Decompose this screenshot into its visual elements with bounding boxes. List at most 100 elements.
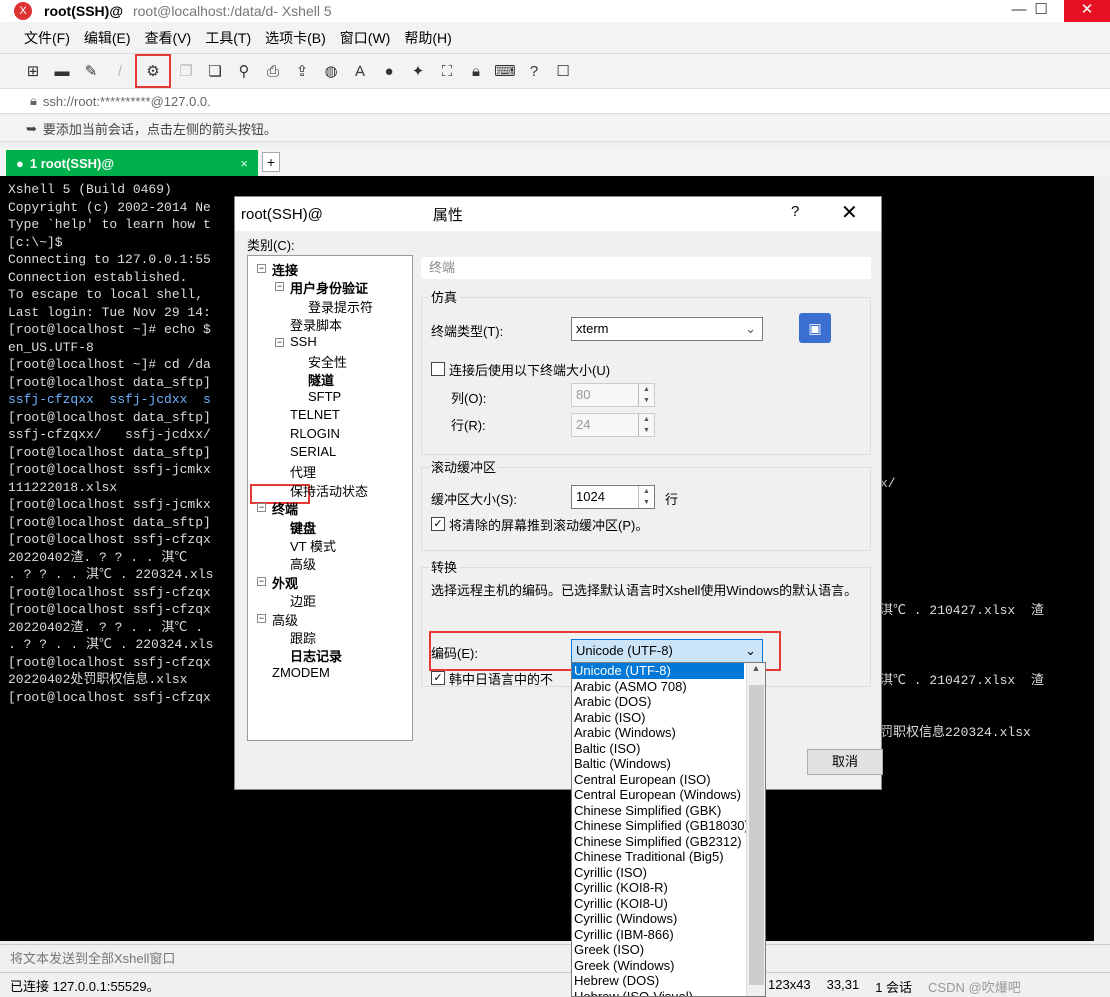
use-size-checkbox[interactable] [431, 362, 445, 376]
tree-item[interactable]: TELNET [290, 407, 340, 422]
encoding-option[interactable]: Chinese Simplified (GBK) [572, 803, 744, 819]
encoding-option[interactable]: Cyrillic (Windows) [572, 911, 744, 927]
buffer-size-spinner[interactable]: 1024 ▲ ▼ [571, 485, 655, 509]
tree-item[interactable]: 登录提示符 [308, 297, 373, 316]
encoding-option[interactable]: Cyrillic (IBM-866) [572, 927, 744, 943]
tree-item[interactable]: SFTP [308, 389, 341, 404]
encoding-option[interactable]: Hebrew (DOS) [572, 973, 744, 989]
encoding-option[interactable]: Baltic (Windows) [572, 756, 744, 772]
encoding-option[interactable]: Arabic (ASMO 708) [572, 679, 744, 695]
tree-collapse-icon[interactable]: − [257, 503, 266, 513]
scroll-up-icon[interactable]: ▲ [747, 663, 765, 673]
transfer-icon[interactable]: ⇪ [291, 60, 313, 82]
tree-item[interactable]: SERIAL [290, 444, 336, 459]
terminal-scrollbar[interactable] [1094, 176, 1110, 941]
tree-collapse-icon[interactable]: − [257, 613, 266, 623]
maximize-button[interactable]: ☐ [1018, 0, 1064, 22]
tree-collapse-icon[interactable]: − [257, 264, 266, 273]
tree-item[interactable]: 连接 [272, 260, 298, 279]
dropdown-scroll-thumb[interactable] [749, 685, 764, 985]
script-icon[interactable]: ✦ [407, 60, 429, 82]
term-type-select[interactable]: xterm ⌄ [571, 317, 763, 341]
encoding-option[interactable]: Arabic (Windows) [572, 725, 744, 741]
tree-item[interactable]: 用户身份验证 [290, 278, 368, 297]
tree-collapse-icon[interactable]: − [275, 337, 284, 347]
tree-item[interactable]: RLOGIN [290, 426, 340, 441]
close-button[interactable]: ✕ [1064, 0, 1110, 22]
menu-tools[interactable]: 工具(T) [205, 28, 251, 48]
paste-icon[interactable]: ❏ [204, 60, 226, 82]
menu-edit[interactable]: 编辑(E) [84, 28, 131, 48]
disconnect-icon[interactable]: / [109, 60, 131, 82]
encoding-option[interactable]: Cyrillic (KOI8-R) [572, 880, 744, 896]
encoding-select[interactable]: Unicode (UTF-8) ⌄ [571, 639, 763, 663]
copy-icon[interactable]: ❐ [175, 60, 197, 82]
lock-icon[interactable]: 🔒︎ [465, 60, 487, 82]
encoding-option[interactable]: Cyrillic (ISO) [572, 865, 744, 881]
keyboard-icon[interactable]: ⌨ [494, 60, 516, 82]
encoding-option[interactable]: Arabic (ISO) [572, 710, 744, 726]
tree-item[interactable]: 终端 [272, 499, 298, 518]
chat-icon[interactable]: ☐ [552, 60, 574, 82]
push-screen-checkbox[interactable]: ✓ [431, 517, 445, 531]
dropdown-scrollbar[interactable]: ▲ [746, 663, 765, 996]
tree-item[interactable]: 键盘 [290, 518, 316, 537]
tree-item[interactable]: 高级 [290, 554, 316, 573]
encoding-dropdown-list[interactable]: Unicode (UTF-8) Arabic (ASMO 708) Arabic (… [571, 662, 766, 997]
print-icon[interactable]: ⎙ [262, 60, 284, 82]
encoding-option[interactable]: Unicode (UTF-8) [572, 663, 744, 679]
dialog-close-button[interactable]: ✕ [841, 200, 858, 225]
new-tab-button[interactable]: + [262, 152, 280, 172]
buffer-spin-arrows-icon[interactable]: ▲ ▼ [638, 486, 654, 508]
encoding-option[interactable]: Baltic (ISO) [572, 741, 744, 757]
encoding-option[interactable]: Chinese Simplified (GB2312) [572, 834, 744, 850]
tree-item[interactable]: ZMODEM [272, 665, 330, 680]
encoding-option[interactable]: Greek (Windows) [572, 958, 744, 974]
encoding-option[interactable]: Central European (Windows) [572, 787, 744, 803]
menu-file[interactable]: 文件(F) [24, 28, 70, 48]
category-tree[interactable]: − 连接 − 用户身份验证 登录提示符 登录脚本 − SSH 安全性 隧道 SFTP TELNET RL… [247, 255, 413, 741]
find-icon[interactable]: ⚲ [233, 60, 255, 82]
encoding-option[interactable]: Hebrew (ISO-Visual) [572, 989, 744, 997]
tree-collapse-icon[interactable]: − [275, 282, 284, 292]
tree-item[interactable]: 外观 [272, 573, 298, 592]
tree-item[interactable]: 隧道 [308, 370, 334, 389]
fullscreen-icon[interactable]: ⛶ [436, 60, 458, 82]
menu-view[interactable]: 查看(V) [145, 28, 192, 48]
menu-help[interactable]: 帮助(H) [404, 28, 451, 48]
encoding-option[interactable]: Chinese Simplified (GB18030) [572, 818, 749, 834]
tree-item[interactable]: 登录脚本 [290, 315, 342, 334]
tree-item[interactable]: 跟踪 [290, 628, 316, 647]
open-folder-icon[interactable]: ▬ [51, 60, 73, 82]
tree-item[interactable]: 边距 [290, 591, 316, 610]
menu-window[interactable]: 窗口(W) [340, 28, 391, 48]
font-icon[interactable]: A [349, 60, 371, 82]
tree-item[interactable]: VT 模式 [290, 536, 336, 555]
tree-item[interactable]: 代理 [290, 462, 316, 481]
globe-icon[interactable]: ◍ [320, 60, 342, 82]
encoding-option[interactable]: Greek (ISO) [572, 942, 744, 958]
tree-item[interactable]: 安全性 [308, 352, 347, 371]
tree-item[interactable]: 保持活动状态 [290, 481, 368, 500]
tree-item[interactable]: 日志记录 [290, 646, 342, 665]
cjk-checkbox[interactable]: ✓ [431, 671, 445, 685]
reconnect-icon[interactable]: ✎ [80, 60, 102, 82]
properties-icon[interactable]: ⚙ [135, 54, 171, 88]
encoding-option[interactable]: Chinese Traditional (Big5) [572, 849, 744, 865]
compose-bar[interactable]: 将文本发送到全部Xshell窗口 [0, 944, 1110, 970]
menu-tabs[interactable]: 选项卡(B) [265, 28, 326, 48]
tab-session-1[interactable]: ● 1 root(SSH)@ × [6, 150, 258, 176]
address-bar[interactable]: 🔒︎ ssh://root:**********@127.0.0. [0, 88, 1110, 114]
tab-close-icon[interactable]: × [240, 156, 248, 171]
add-session-arrow-icon[interactable]: ➥ [26, 121, 37, 137]
encoding-option[interactable]: Central European (ISO) [572, 772, 744, 788]
encoding-option[interactable]: Arabic (DOS) [572, 694, 744, 710]
new-session-icon[interactable]: ⊞ [22, 60, 44, 82]
tree-collapse-icon[interactable]: − [257, 576, 266, 586]
tree-item[interactable]: SSH [290, 334, 317, 349]
dialog-help-button[interactable]: ? [791, 203, 799, 220]
tree-item[interactable]: 高级 [272, 610, 298, 629]
help-icon[interactable]: ? [523, 60, 545, 82]
xftp-icon[interactable]: ● [378, 60, 400, 82]
encoding-option[interactable]: Cyrillic (KOI8-U) [572, 896, 744, 912]
